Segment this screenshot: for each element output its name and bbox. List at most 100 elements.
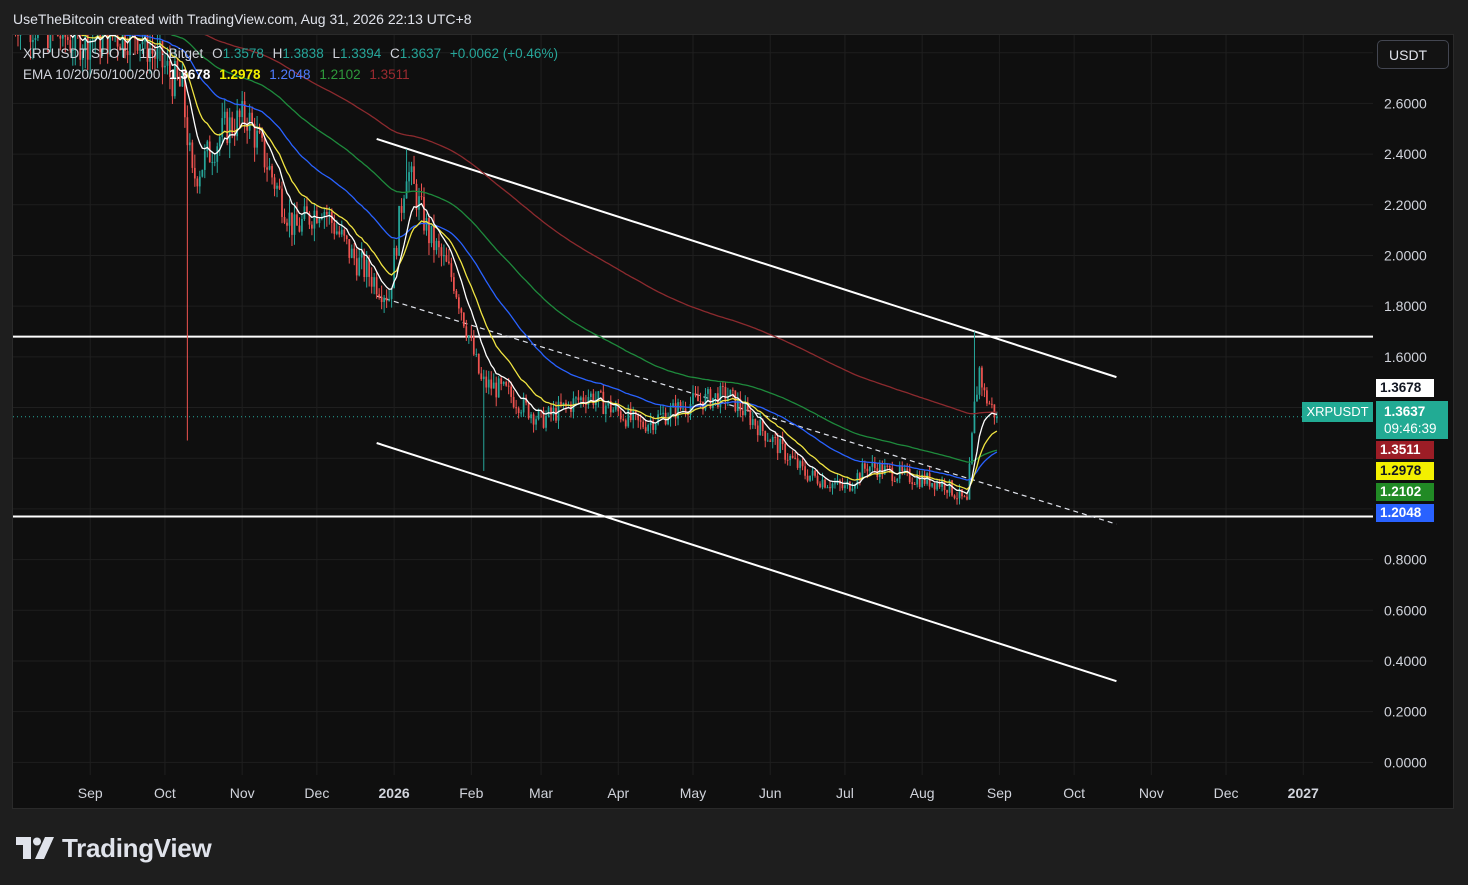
candle-body [281, 188, 283, 217]
candle-body [460, 308, 463, 313]
candle-body [375, 277, 378, 295]
candle-body [619, 411, 622, 420]
candle-body [15, 15, 17, 27]
candle-body [291, 212, 293, 235]
candle-body [754, 419, 757, 426]
candle-body [903, 468, 906, 472]
price-tick-label: 1.8000 [1384, 298, 1427, 314]
last-price-tag: 1.3637 09:46:39 [1376, 401, 1448, 439]
candle-body [988, 403, 991, 405]
candle-body [908, 468, 911, 483]
candle-body [370, 276, 373, 287]
candle-body [445, 255, 448, 262]
time-tick-label: May [680, 785, 706, 801]
ema200-line [204, 35, 997, 415]
candle-body [642, 421, 645, 428]
candle-body [575, 397, 577, 399]
candle-body [612, 409, 615, 413]
candle-body [318, 218, 321, 224]
candle-body [809, 475, 811, 481]
candle-body [273, 177, 276, 189]
ema-label[interactable]: EMA 10/20/50/100/200 [23, 67, 160, 82]
candle-body [756, 425, 759, 436]
candle-body [986, 390, 988, 404]
bar-countdown: 09:46:39 [1384, 421, 1437, 436]
candle-body [467, 335, 470, 338]
candle-body [132, 23, 134, 24]
candle-body [433, 225, 435, 251]
candle-body [423, 196, 425, 231]
candle-body [17, 35, 19, 36]
candle-body [25, 12, 27, 32]
candle-body [996, 416, 998, 419]
candle-body [764, 431, 767, 441]
candle-body [49, 35, 52, 48]
time-tick-label: Nov [230, 785, 255, 801]
candle-body [378, 294, 381, 297]
candle-body [52, 14, 54, 27]
candle-body [400, 206, 403, 213]
candle-body [42, 5, 44, 25]
candle-body [325, 211, 328, 215]
candle-body [296, 214, 298, 226]
candle-body [826, 487, 829, 489]
price-tick-label: 1.6000 [1384, 349, 1427, 365]
candle-body [799, 461, 801, 468]
candle-body [415, 183, 418, 210]
candle-body [340, 229, 343, 235]
time-tick-label: Aug [910, 785, 935, 801]
legend-close: C1.3637 [390, 46, 442, 61]
candle-body [350, 248, 353, 258]
candle-body [983, 387, 986, 391]
candle-body [976, 394, 978, 402]
candle-body [420, 196, 423, 198]
candle-body [722, 385, 724, 387]
candle-body [408, 172, 410, 182]
currency-button[interactable]: USDT [1377, 40, 1449, 69]
ema10-value: 1.3678 [169, 67, 211, 82]
candle-body [258, 130, 261, 133]
channel-upper-line [376, 137, 1117, 379]
tradingview-logo[interactable]: TradingView [16, 832, 212, 864]
candle-body [824, 479, 826, 488]
time-tick-label: 2026 [379, 785, 410, 801]
candle-body [268, 166, 271, 170]
candle-body [863, 463, 866, 469]
candle-body [306, 206, 308, 213]
candle-body [632, 410, 635, 420]
candle-body [353, 248, 356, 259]
candle-body [59, 35, 62, 39]
candle-body [61, 35, 64, 39]
price-tick-label: 0.6000 [1384, 602, 1427, 618]
legend-symbol[interactable]: XRPUSDT SPOT · 1D · Bitget [23, 46, 203, 61]
candle-body [383, 297, 386, 303]
price-chart[interactable]: 2.6000 2.4000 2.2000 2.0000 1.8000 1.6000 0.80… [0, 0, 1468, 885]
candle-body [301, 219, 303, 232]
candle-body [821, 479, 824, 488]
candle-body [475, 353, 478, 355]
symbol-tag: XRPUSDT [1302, 402, 1373, 422]
candle-body [482, 376, 485, 380]
candle-body [707, 389, 709, 394]
legend-low: L1.3394 [332, 46, 382, 61]
candle-body [816, 475, 819, 484]
candle-body [141, 41, 144, 45]
candle-body [806, 475, 809, 481]
candle-body [831, 483, 834, 489]
candle-body [896, 478, 899, 482]
price-tick-label: 0.4000 [1384, 653, 1427, 669]
candle-body [283, 216, 286, 223]
candle-body [590, 393, 592, 397]
candle-body [348, 239, 351, 258]
candle-body [22, 12, 24, 22]
candle-body [622, 419, 625, 421]
candle-body [403, 198, 405, 213]
candle-body [363, 252, 366, 278]
dashed-trendline [376, 295, 1117, 525]
candle-body [966, 496, 968, 500]
candle-body [453, 277, 455, 291]
candle-body [991, 403, 993, 405]
time-tick-label: 2027 [1288, 785, 1319, 801]
candle-body [477, 353, 480, 374]
candle-body [901, 466, 904, 472]
